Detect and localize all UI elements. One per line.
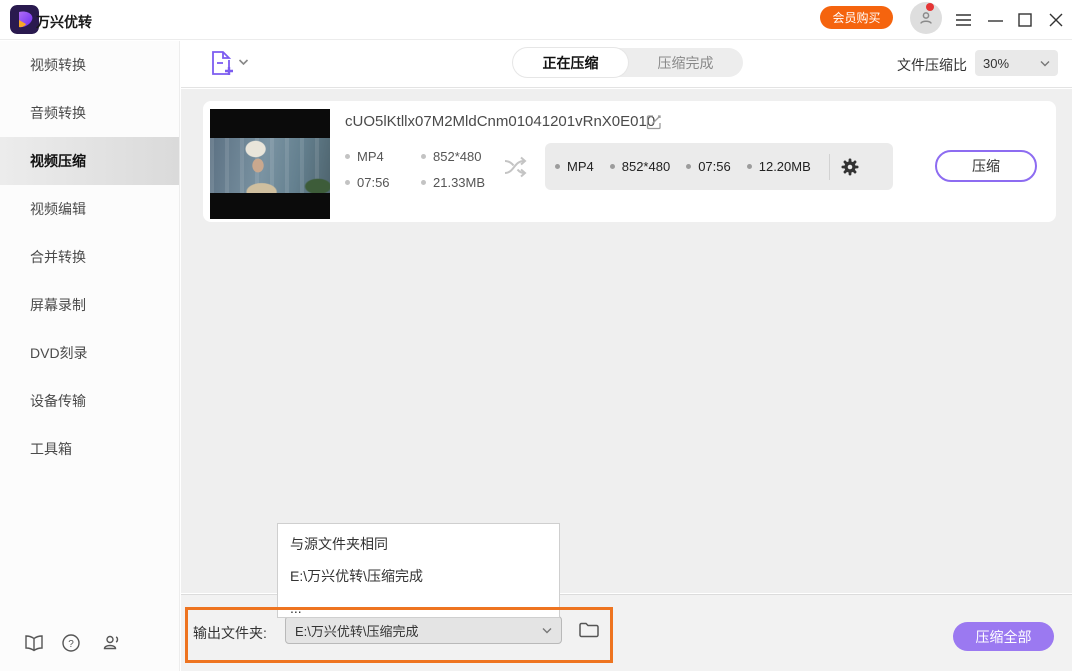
video-thumbnail[interactable]: [210, 109, 330, 219]
maximize-icon[interactable]: [1013, 8, 1037, 32]
chevron-down-icon[interactable]: [238, 58, 249, 66]
chevron-down-icon: [542, 627, 552, 634]
dropdown-option-browse[interactable]: ...: [278, 592, 559, 618]
sidebar-item-screen-record[interactable]: 屏幕录制: [0, 281, 179, 329]
sidebar-item-dvd-burn[interactable]: DVD刻录: [0, 329, 179, 377]
buy-membership-button[interactable]: 会员购买: [820, 6, 893, 29]
tab-group: 正在压缩 压缩完成: [513, 48, 743, 77]
dropdown-option-same-as-source[interactable]: 与源文件夹相同: [278, 528, 559, 560]
tab-compressing[interactable]: 正在压缩: [513, 48, 628, 77]
main-header: 正在压缩 压缩完成 文件压缩比 30%: [181, 41, 1072, 88]
sidebar-item-audio-convert[interactable]: 音频转换: [0, 89, 179, 137]
sidebar-item-video-convert[interactable]: 视频转换: [0, 41, 179, 89]
source-format: MP4: [345, 149, 421, 164]
minimize-icon[interactable]: [983, 8, 1007, 32]
output-folder-label: 输出文件夹:: [193, 623, 267, 643]
help-icon[interactable]: ?: [61, 633, 81, 653]
divider: [829, 154, 830, 180]
output-resolution: 852*480: [610, 159, 670, 174]
app-title: 万兴优转: [36, 12, 92, 32]
book-icon[interactable]: [24, 633, 44, 653]
compress-button[interactable]: 压缩: [935, 150, 1037, 182]
source-info: MP4 852*480 07:56 21.33MB: [345, 149, 521, 190]
compression-ratio-label: 文件压缩比: [897, 55, 967, 75]
output-folder-dropdown: 与源文件夹相同 E:\万兴优转\压缩完成 ...: [277, 523, 560, 618]
menu-icon[interactable]: [951, 8, 975, 32]
output-duration: 07:56: [686, 159, 731, 174]
shuffle-icon: [503, 154, 533, 180]
compress-all-button[interactable]: 压缩全部: [953, 622, 1054, 651]
sidebar-item-video-compress[interactable]: 视频压缩: [0, 137, 179, 185]
compression-ratio-select[interactable]: 30%: [975, 50, 1058, 76]
task-card: cUO5lKtllx07M2MldCnm01041201vRnX0E010 MP…: [203, 101, 1056, 222]
add-file-icon[interactable]: [210, 50, 234, 76]
sidebar-item-merge-convert[interactable]: 合并转换: [0, 233, 179, 281]
app-window: 万兴优转 会员购买 视频转换 音频转换 视频压缩 视频编辑 合并转换 屏幕录: [0, 0, 1072, 671]
sidebar-item-video-edit[interactable]: 视频编辑: [0, 185, 179, 233]
sidebar-item-toolbox[interactable]: 工具箱: [0, 425, 179, 473]
app-logo-icon: [10, 5, 39, 34]
close-icon[interactable]: [1044, 8, 1068, 32]
titlebar: 万兴优转 会员购买: [0, 0, 1072, 40]
contact-icon[interactable]: [101, 633, 121, 653]
chevron-down-icon: [1040, 60, 1050, 67]
source-duration: 07:56: [345, 175, 421, 190]
svg-text:?: ?: [68, 639, 74, 650]
output-format: MP4: [555, 159, 594, 174]
output-settings-box[interactable]: MP4 852*480 07:56 12.20MB: [545, 143, 893, 190]
user-avatar-icon[interactable]: [910, 2, 942, 34]
sidebar: 视频转换 音频转换 视频压缩 视频编辑 合并转换 屏幕录制 DVD刻录 设备传输…: [0, 41, 180, 671]
tab-compress-finished[interactable]: 压缩完成: [628, 48, 743, 77]
output-size: 12.20MB: [747, 159, 811, 174]
dropdown-option-default-path[interactable]: E:\万兴优转\压缩完成: [278, 560, 559, 592]
edit-icon[interactable]: [646, 114, 662, 130]
notification-dot: [926, 3, 934, 11]
folder-icon[interactable]: [578, 619, 600, 641]
content-area: cUO5lKtllx07M2MldCnm01041201vRnX0E010 MP…: [181, 89, 1072, 593]
gear-icon[interactable]: [840, 157, 860, 177]
file-name: cUO5lKtllx07M2MldCnm01041201vRnX0E010: [345, 113, 655, 130]
sidebar-footer-icons: ?: [0, 633, 180, 657]
sidebar-item-device-transfer[interactable]: 设备传输: [0, 377, 179, 425]
output-folder-select[interactable]: E:\万兴优转\压缩完成: [285, 616, 562, 644]
